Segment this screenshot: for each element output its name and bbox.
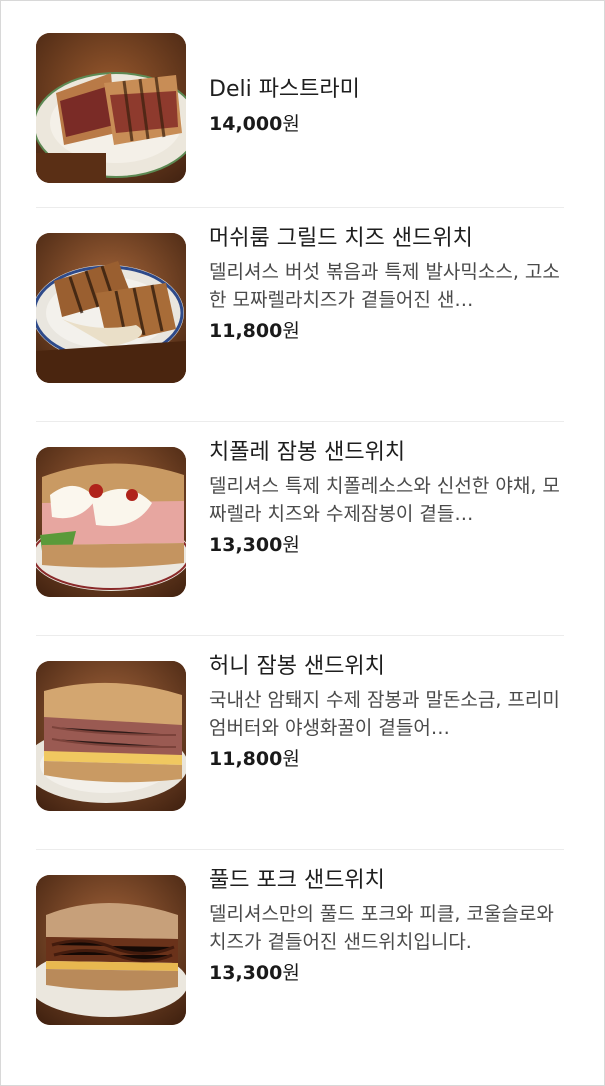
menu-list: Deli 파스트라미 14,000원 머쉬룸 그릴드 치즈 샌드위치 델리셔스 … [36,33,564,1064]
menu-item-name: Deli 파스트라미 [209,77,360,102]
menu-page: Deli 파스트라미 14,000원 머쉬룸 그릴드 치즈 샌드위치 델리셔스 … [0,0,605,1086]
menu-item-price: 11,800원 [209,320,300,342]
menu-item-price: 11,800원 [209,748,300,770]
price-unit: 원 [282,113,300,135]
menu-item[interactable]: Deli 파스트라미 14,000원 [36,33,564,208]
menu-item-description: 델리셔스 특제 치폴레소스와 신선한 야채, 모짜렐라 치즈와 수제잠봉이 곁들… [209,475,560,525]
menu-item-name: 치폴레 잠봉 샌드위치 [209,440,406,465]
menu-item-info: 풀드 포크 샌드위치 델리셔스만의 풀드 포크와 피클, 코울슬로와 치즈가 곁… [209,864,564,988]
price-unit: 원 [282,962,300,984]
menu-item[interactable]: 허니 잠봉 샌드위치 국내산 암퇘지 수제 잠봉과 말돈소금, 프리미엄버터와 … [36,636,564,850]
pastrami-sandwich-photo [36,33,186,183]
pulled-pork-photo [36,875,186,1025]
menu-item-description: 델리셔스만의 풀드 포크와 피클, 코울슬로와 치즈가 곁들어진 샌드위치입니다… [209,903,554,953]
menu-item-info: 치폴레 잠봉 샌드위치 델리셔스 특제 치폴레소스와 신선한 야채, 모짜렐라 … [209,436,564,560]
chipotle-jambon-photo [36,447,186,597]
menu-item[interactable]: 머쉬룸 그릴드 치즈 샌드위치 델리셔스 버섯 볶음과 특제 발사믹소스, 고소… [36,208,564,422]
menu-item-info: 머쉬룸 그릴드 치즈 샌드위치 델리셔스 버섯 볶음과 특제 발사믹소스, 고소… [209,222,564,346]
menu-item-description: 국내산 암퇘지 수제 잠봉과 말돈소금, 프리미엄버터와 야생화꿀이 곁들어… [209,689,560,739]
menu-item[interactable]: 풀드 포크 샌드위치 델리셔스만의 풀드 포크와 피클, 코울슬로와 치즈가 곁… [36,850,564,1064]
mushroom-grilled-cheese-photo [36,233,186,383]
menu-item-name: 머쉬룸 그릴드 치즈 샌드위치 [209,226,473,251]
menu-item-name: 풀드 포크 샌드위치 [209,868,385,893]
menu-item-description: 델리셔스 버섯 볶음과 특제 발사믹소스, 고소한 모짜렐라치즈가 곁들어진 샌… [209,261,560,311]
menu-item-price: 14,000원 [209,113,300,135]
price-unit: 원 [282,534,300,556]
honey-jambon-photo [36,661,186,811]
menu-item-price: 13,300원 [209,534,300,556]
menu-item-price: 13,300원 [209,962,300,984]
price-unit: 원 [282,320,300,342]
price-unit: 원 [282,748,300,770]
menu-item-info: Deli 파스트라미 14,000원 [209,73,564,139]
menu-item[interactable]: 치폴레 잠봉 샌드위치 델리셔스 특제 치폴레소스와 신선한 야채, 모짜렐라 … [36,422,564,636]
menu-item-name: 허니 잠봉 샌드위치 [209,654,385,679]
menu-item-info: 허니 잠봉 샌드위치 국내산 암퇘지 수제 잠봉과 말돈소금, 프리미엄버터와 … [209,650,564,774]
